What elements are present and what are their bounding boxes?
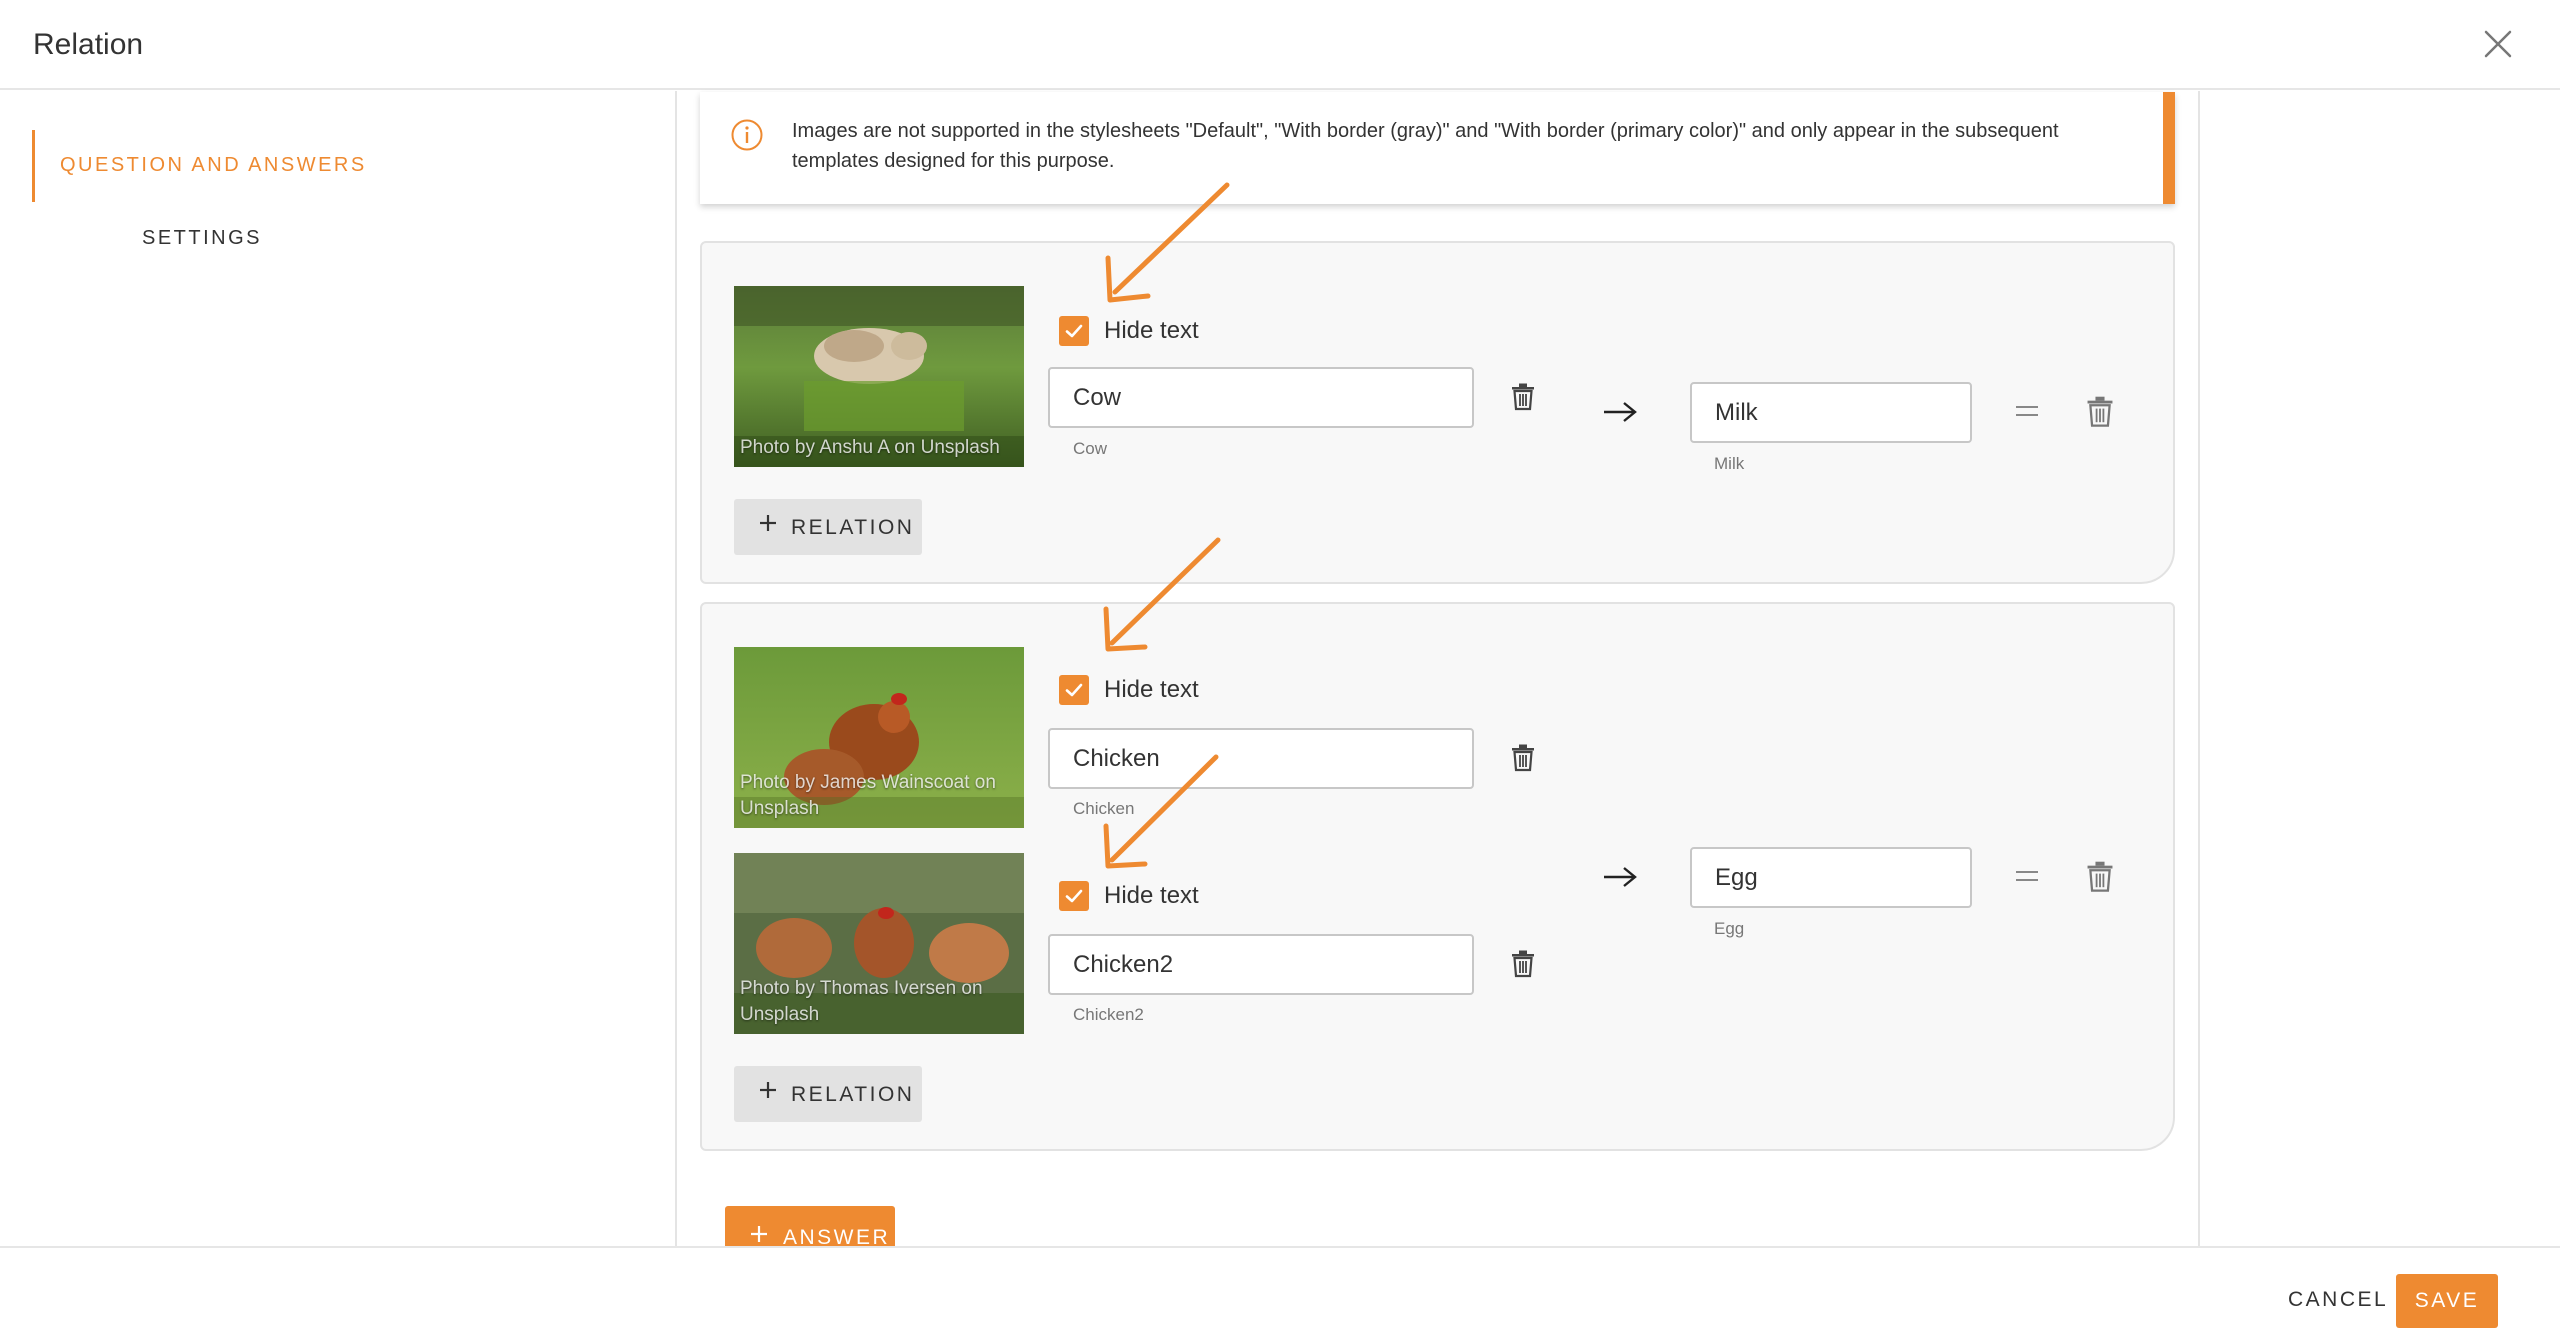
question-text-input[interactable] bbox=[1048, 728, 1474, 789]
add-relation-label: RELATION bbox=[791, 516, 915, 539]
answer-text-input[interactable] bbox=[1690, 382, 1972, 443]
dialog-footer: CANCEL SAVE bbox=[0, 1246, 2560, 1338]
info-notice: Images are not supported in the styleshe… bbox=[700, 92, 2175, 204]
question-caption: Cow bbox=[1073, 439, 1108, 458]
trash-icon bbox=[1512, 383, 1534, 411]
answer-caption: Egg bbox=[1714, 919, 1745, 938]
nav-item-question-and-answers[interactable]: QUESTION AND ANSWERS bbox=[60, 154, 367, 177]
save-button[interactable]: SAVE bbox=[2396, 1274, 2498, 1328]
checkbox-checked bbox=[1059, 316, 1089, 346]
dialog-title: Relation bbox=[33, 28, 144, 61]
add-answer-label: ANSWER bbox=[783, 1226, 891, 1246]
question-image: Photo by James Wainscoat on Unsplash bbox=[734, 647, 1024, 828]
answer-text-input[interactable] bbox=[1690, 847, 1972, 908]
hide-text-label: Hide text bbox=[1104, 317, 1199, 344]
trash-icon bbox=[1512, 950, 1534, 978]
nav-item-settings[interactable]: SETTINGS bbox=[142, 227, 262, 250]
image-credit: Photo by Thomas Iversen on Unsplash bbox=[740, 978, 983, 1025]
content-divider-right bbox=[2198, 91, 2200, 1246]
content-divider-left bbox=[675, 91, 677, 1246]
relation-card: Photo by Anshu A on Unsplash Hide text C… bbox=[700, 241, 2175, 584]
plus-icon bbox=[760, 1082, 776, 1098]
checkbox-checked bbox=[1059, 881, 1089, 911]
trash-icon bbox=[2087, 861, 2113, 892]
arrow-right-icon bbox=[1604, 867, 1637, 887]
add-answer-button[interactable]: ANSWER bbox=[725, 1206, 895, 1246]
question-caption: Chicken bbox=[1073, 799, 1135, 818]
info-icon bbox=[731, 119, 763, 151]
delete-question-button[interactable] bbox=[1510, 949, 1536, 984]
delete-question-button[interactable] bbox=[1510, 382, 1536, 417]
plus-icon bbox=[751, 1226, 767, 1242]
add-relation-button[interactable]: RELATION bbox=[734, 499, 922, 555]
question-caption: Chicken2 bbox=[1073, 1005, 1144, 1024]
checkmark-icon bbox=[1065, 324, 1083, 338]
delete-relation-button[interactable] bbox=[2085, 860, 2115, 899]
hide-text-label: Hide text bbox=[1104, 882, 1199, 909]
question-text-input[interactable] bbox=[1048, 367, 1474, 428]
question-image: Photo by Thomas Iversen on Unsplash bbox=[734, 853, 1024, 1034]
answer-caption: Milk bbox=[1714, 454, 1745, 473]
close-icon bbox=[2484, 30, 2512, 58]
hide-text-label: Hide text bbox=[1104, 676, 1199, 703]
trash-icon bbox=[1512, 744, 1534, 772]
drag-handle-icon[interactable] bbox=[2014, 868, 2040, 884]
add-relation-label: RELATION bbox=[791, 1083, 915, 1106]
add-relation-button[interactable]: RELATION bbox=[734, 1066, 922, 1122]
question-image: Photo by Anshu A on Unsplash bbox=[734, 286, 1024, 467]
cancel-button[interactable]: CANCEL bbox=[2288, 1288, 2388, 1312]
arrow-right-icon bbox=[1604, 402, 1637, 422]
image-credit: Photo by James Wainscoat on Unsplash bbox=[740, 772, 996, 819]
hide-text-checkbox[interactable]: Hide text bbox=[1059, 313, 1219, 349]
plus-icon bbox=[760, 515, 776, 531]
delete-relation-button[interactable] bbox=[2085, 395, 2115, 434]
image-credit: Photo by Anshu A on Unsplash bbox=[740, 437, 1000, 458]
hide-text-checkbox[interactable]: Hide text bbox=[1059, 878, 1219, 914]
dialog-header: Relation bbox=[0, 0, 2560, 90]
checkbox-checked bbox=[1059, 675, 1089, 705]
trash-icon bbox=[2087, 396, 2113, 427]
close-button[interactable] bbox=[2478, 24, 2518, 64]
question-text-input[interactable] bbox=[1048, 934, 1474, 995]
notice-text: Images are not supported in the styleshe… bbox=[792, 120, 2059, 172]
delete-question-button[interactable] bbox=[1510, 743, 1536, 778]
relation-card: Photo by James Wainscoat on Unsplash Hid… bbox=[700, 602, 2175, 1151]
checkmark-icon bbox=[1065, 683, 1083, 697]
checkmark-icon bbox=[1065, 889, 1083, 903]
drag-handle-icon[interactable] bbox=[2014, 403, 2040, 419]
nav-active-indicator bbox=[32, 130, 35, 202]
hide-text-checkbox[interactable]: Hide text bbox=[1059, 672, 1219, 708]
